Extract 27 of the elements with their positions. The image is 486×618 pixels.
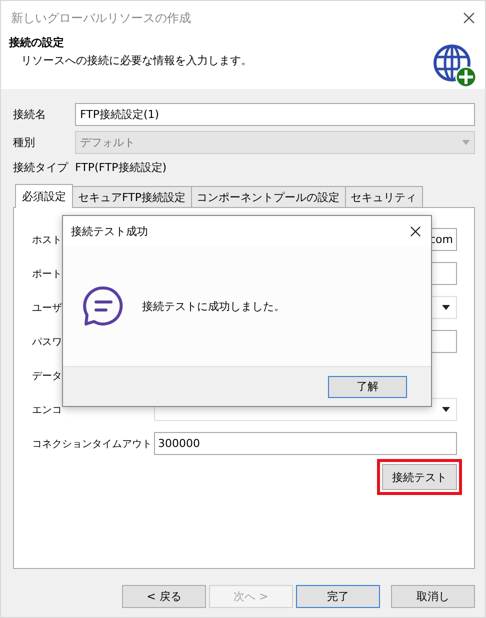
field-label: ポート [32,268,62,280]
field-label: エンコ [32,404,62,416]
ok-button[interactable]: 了解 [328,376,407,398]
connection-type-label: 接続タイプ [13,160,70,174]
dialog-title: 接続テスト成功 [71,224,148,238]
tab[interactable]: セキュアFTP接続設定 [72,186,192,207]
dialog-message: 接続テストに成功しました。 [142,298,285,314]
window-title: 新しいグローバルリソースの作成 [11,10,191,26]
tab[interactable]: コンポーネントプールの設定 [190,186,346,207]
connection-test-button[interactable]: 接続テスト [382,464,457,490]
tab[interactable]: 必須設定 [15,184,73,208]
connection-type-value: FTP(FTP接続設定) [75,160,167,174]
field-label: 接続名 [13,107,47,122]
name-input-field[interactable]: FTP接続設定(1) [75,103,475,126]
field-label: 種別 [13,135,36,150]
field-label: ホスト [32,234,62,246]
header-title: 接続の設定 [9,35,65,50]
field-label: ユーザ [32,302,62,314]
header-subtitle: リソースへの接続に必要な情報を入力します。 [20,53,252,68]
tab[interactable]: セキュリティ [344,186,422,207]
wizard-button[interactable]: 取消し [391,585,475,608]
input-field[interactable]: 300000 [154,432,457,455]
field-label: データ [32,370,62,382]
field-label: コネクションタイムアウト [32,438,152,450]
field-label: パスワ [32,336,62,348]
wizard-button[interactable]: 完了 [296,585,380,608]
wizard-button[interactable]: < 戻る [122,585,206,608]
